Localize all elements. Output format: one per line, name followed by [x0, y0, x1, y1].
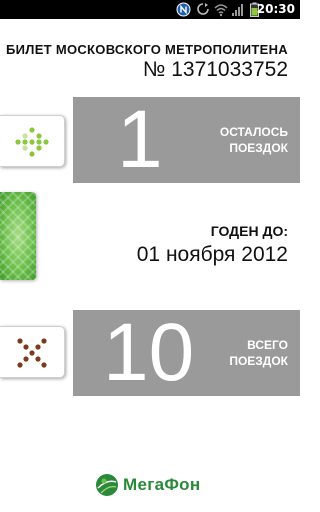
- brand-name: МегаФон: [123, 475, 201, 494]
- megafon-logo: МегаФон: [95, 472, 215, 498]
- green-dots-arrow-icon: [15, 127, 49, 157]
- signal-icon: [232, 4, 243, 16]
- status-bar: 20:30: [0, 0, 300, 19]
- sync-icon: [197, 3, 209, 15]
- total-trips-label: ВСЕГО ПОЕЗДОК: [229, 338, 288, 368]
- megafon-globe-icon: [96, 474, 118, 496]
- status-time: 20:30: [256, 2, 295, 16]
- brown-dots-cross-icon: [17, 338, 47, 368]
- wifi-icon: [214, 4, 228, 17]
- remaining-trips-label: ОСТАЛОСЬ ПОЕЗДОК: [219, 125, 288, 155]
- total-trips-count: 10: [103, 307, 195, 398]
- total-trips-panel: 10 ВСЕГО ПОЕЗДОК: [73, 310, 300, 396]
- metro-card-graphic: [0, 192, 36, 280]
- total-trips-card: [0, 326, 65, 378]
- nfc-icon: [176, 2, 191, 17]
- ticket-number: № 1371033752: [142, 58, 288, 81]
- remaining-trips-panel: 1 ОСТАЛОСЬ ПОЕЗДОК: [73, 97, 300, 183]
- valid-until-label: ГОДЕН ДО:: [210, 223, 288, 239]
- remaining-trips-count: 1: [117, 94, 163, 185]
- valid-until-date: 01 ноября 2012: [136, 243, 288, 266]
- remaining-trips-card: [0, 115, 65, 167]
- ticket-title: БИЛЕТ МОСКОВСКОГО МЕТРОПОЛИТЕНА: [6, 42, 288, 57]
